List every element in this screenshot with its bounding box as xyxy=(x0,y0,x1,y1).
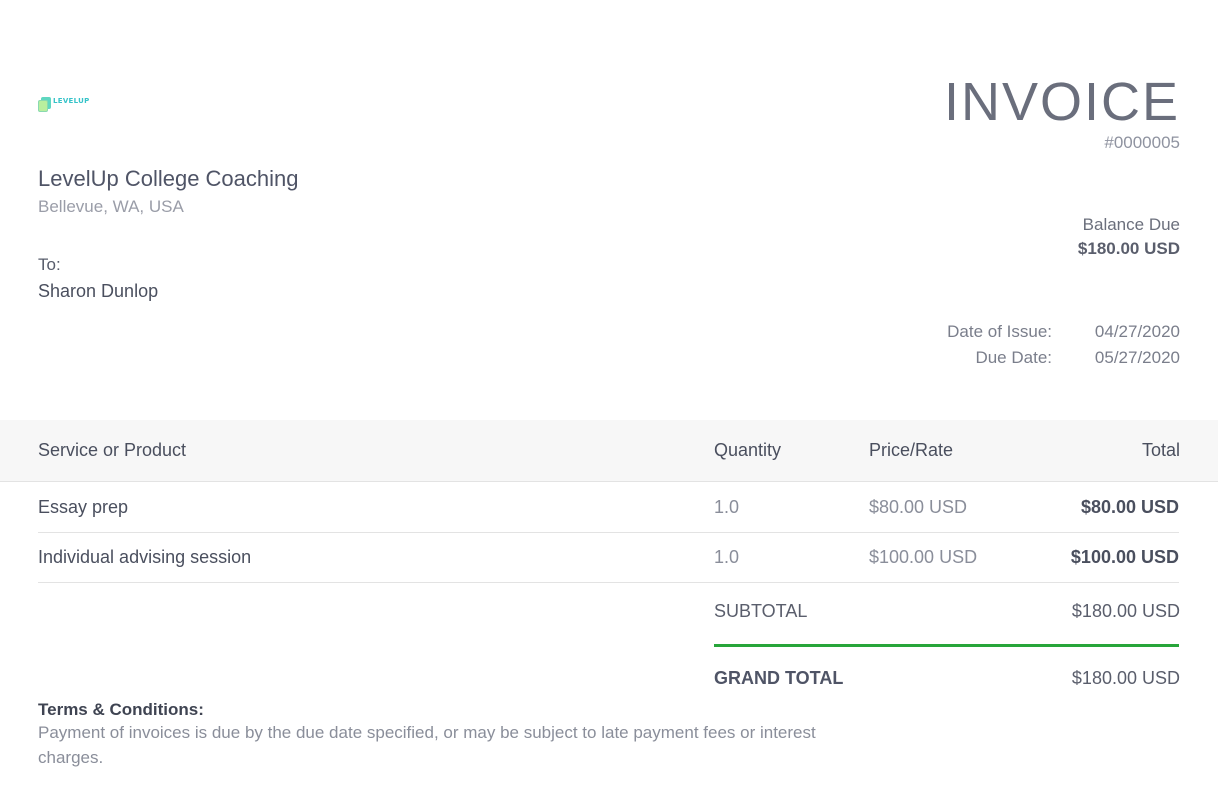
recipient-label: To: xyxy=(38,255,61,274)
line-item-quantity: 1.0 xyxy=(714,497,740,517)
header-service: Service or Product xyxy=(38,440,187,460)
line-items-header: Service or Product Quantity Price/Rate T… xyxy=(0,420,1218,482)
line-item-price: $100.00 USD xyxy=(869,547,978,567)
grand-total-label: GRAND TOTAL xyxy=(714,668,844,688)
header-quantity: Quantity xyxy=(714,440,782,460)
terms-text: Payment of invoices is due by the due da… xyxy=(38,723,816,767)
terms-title: Terms & Conditions: xyxy=(38,700,204,719)
header-total: Total xyxy=(1141,440,1180,460)
invoice-title: INVOICE xyxy=(943,72,1180,132)
company-logo: LEVELUP xyxy=(38,94,90,114)
line-item-total: $80.00 USD xyxy=(1080,497,1179,517)
due-date-label: Due Date: xyxy=(975,348,1052,367)
balance-due-value: $180.00 USD xyxy=(1077,239,1180,258)
issue-date-row: Date of Issue: 04/27/2020 xyxy=(947,321,1180,347)
line-item-service: Individual advising session xyxy=(38,547,252,567)
balance-due-label: Balance Due xyxy=(1082,215,1180,234)
line-item-total: $100.00 USD xyxy=(1070,547,1179,567)
recipient-name: Sharon Dunlop xyxy=(38,281,159,301)
levelup-logo-icon xyxy=(38,96,51,112)
subtotal-label: SUBTOTAL xyxy=(714,601,808,621)
subtotal-value: $180.00 USD xyxy=(1071,601,1180,621)
sender-name: LevelUp College Coaching xyxy=(38,166,299,191)
line-item-row: Individual advising session 1.0 $100.00 … xyxy=(38,533,1179,583)
line-item-price: $80.00 USD xyxy=(869,497,968,517)
line-item-row: Essay prep 1.0 $80.00 USD $80.00 USD xyxy=(38,483,1179,533)
header-price: Price/Rate xyxy=(869,440,954,460)
sender-address: Bellevue, WA, USA xyxy=(38,197,184,216)
issue-date-label: Date of Issue: xyxy=(947,322,1052,341)
due-date-value: 05/27/2020 xyxy=(1094,348,1180,367)
line-item-service: Essay prep xyxy=(38,497,129,517)
due-date-row: Due Date: 05/27/2020 xyxy=(947,347,1180,373)
grand-total-value: $180.00 USD xyxy=(1071,668,1180,688)
issue-date-value: 04/27/2020 xyxy=(1094,322,1180,341)
logo-text: LEVELUP xyxy=(53,97,90,105)
totals-divider xyxy=(714,644,1179,647)
line-item-quantity: 1.0 xyxy=(714,547,740,567)
invoice-dates: Date of Issue: 04/27/2020 Due Date: 05/2… xyxy=(947,321,1180,373)
invoice-number: #0000005 xyxy=(1104,133,1180,152)
